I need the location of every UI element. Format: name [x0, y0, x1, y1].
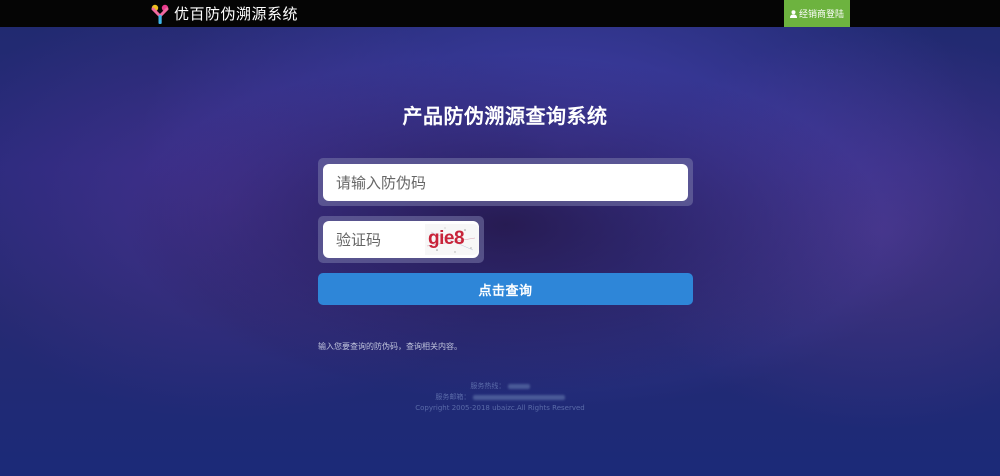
footer-hotline: 服务热线： [350, 381, 650, 392]
page-title: 产品防伪溯源查询系统 [402, 104, 608, 128]
footer-copyright: Copyright 2005-2018 ubaizc.All Rights Re… [415, 404, 585, 412]
logo-text: 优百防伪溯源系统 [174, 5, 299, 23]
footer-email-label: 服务邮箱： [435, 393, 471, 401]
anti-counterfeit-code-input[interactable] [323, 164, 688, 201]
footer-email-value [472, 394, 565, 400]
y-logo-icon [151, 4, 169, 24]
query-button[interactable]: 点击查询 [318, 273, 693, 305]
dealer-login-label: 经销商登陆 [798, 10, 844, 20]
footer-hotline-value [507, 383, 530, 389]
hint-text: 输入您要查询的防伪码，查询相关内容。 [318, 342, 462, 351]
captcha-image[interactable]: gie8 [425, 224, 479, 255]
top-bar: 优百防伪溯源系统 经销商登陆 [0, 0, 1000, 27]
captcha-text: gie8 [428, 228, 465, 249]
footer-email: 服务邮箱： [350, 392, 650, 403]
user-icon [789, 9, 797, 18]
footer-hotline-label: 服务热线： [470, 382, 506, 390]
logo[interactable]: 优百防伪溯源系统 [151, 3, 298, 24]
footer: 服务热线： 服务邮箱： Copyright 2005-2018 ubaizc.A… [350, 381, 650, 414]
code-field-frame [318, 158, 693, 206]
dealer-login-button[interactable]: 经销商登陆 [784, 0, 850, 27]
